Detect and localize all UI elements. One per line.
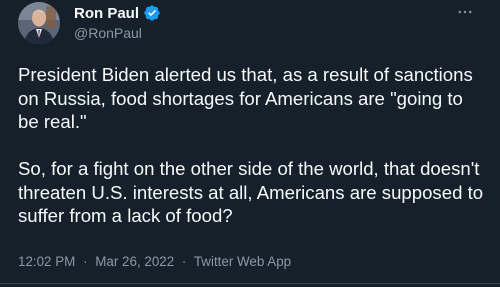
tweet-paragraph: President Biden alerted us that, as a re… bbox=[18, 64, 473, 132]
author-name[interactable]: Ron Paul bbox=[74, 5, 139, 22]
tweet-source[interactable]: Twitter Web App bbox=[194, 254, 291, 269]
author-handle[interactable]: @RonPaul bbox=[74, 25, 142, 41]
divider bbox=[0, 283, 500, 284]
avatar[interactable] bbox=[18, 2, 60, 44]
tweet-text: President Biden alerted us that, as a re… bbox=[18, 63, 488, 228]
tweet-meta: 12:02 PM · Mar 26, 2022 · Twitter Web Ap… bbox=[18, 254, 291, 269]
tweet-date[interactable]: Mar 26, 2022 bbox=[95, 254, 174, 269]
tweet: Ron Paul @RonPaul President Biden alerte… bbox=[0, 0, 500, 287]
author-name-row[interactable]: Ron Paul bbox=[74, 4, 161, 22]
meta-separator: · bbox=[83, 254, 88, 269]
tweet-paragraph: So, for a fight on the other side of the… bbox=[18, 158, 484, 226]
more-options-button[interactable] bbox=[452, 2, 478, 22]
tweet-time[interactable]: 12:02 PM bbox=[18, 254, 75, 269]
meta-separator: · bbox=[181, 254, 187, 269]
more-options-icon bbox=[458, 10, 472, 14]
verified-badge-icon bbox=[143, 4, 161, 22]
avatar-image bbox=[18, 2, 60, 44]
